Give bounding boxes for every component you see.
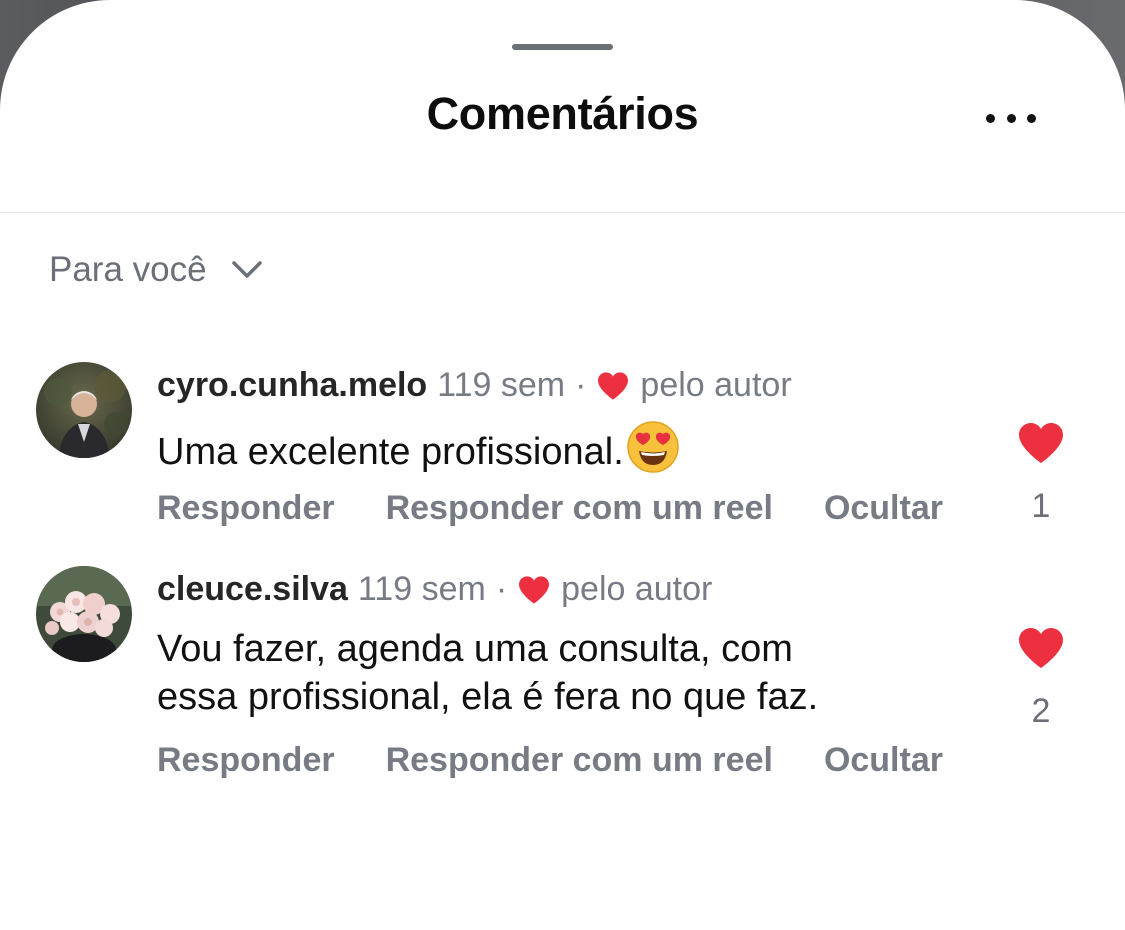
comment-text-line: Vou fazer, agenda uma consulta, com [157, 628, 793, 670]
hide-button[interactable]: Ocultar [824, 741, 943, 780]
sheet-title: Comentários [426, 88, 699, 139]
heart-badge-icon [517, 575, 551, 605]
sort-label: Para você [49, 250, 207, 289]
comment-meta: cleuce.silva 119 sem · pelo autor [157, 570, 712, 609]
more-dot [1027, 113, 1036, 123]
comment-meta: cyro.cunha.melo 119 sem · pelo autor [157, 366, 792, 405]
comments-sheet: Comentários Para você cyro.cunha.melo 11… [0, 0, 1125, 930]
avatar[interactable] [36, 566, 132, 662]
comment-time: 119 sem [357, 570, 486, 608]
header-divider [0, 212, 1125, 213]
heart-filled-icon [1016, 421, 1066, 465]
chevron-down-icon [231, 260, 263, 280]
reply-button[interactable]: Responder [157, 489, 335, 528]
separator-dot: · [495, 570, 508, 608]
sort-dropdown[interactable]: Para você [49, 250, 263, 290]
heart-filled-icon [1016, 626, 1066, 670]
comment-text: Uma excelente profissional. [157, 420, 957, 476]
author-badge: pelo autor [561, 570, 713, 608]
comment-text: Vou fazer, agenda uma consulta, com essa… [157, 625, 957, 721]
drag-handle[interactable] [512, 44, 613, 50]
comment-text-line: essa profissional, ela é fera no que faz… [157, 676, 819, 718]
comment-text-content: Uma excelente profissional. [157, 431, 624, 473]
more-dot [986, 113, 995, 123]
like-button[interactable]: 1 [1016, 421, 1066, 526]
avatar[interactable] [36, 362, 132, 458]
comment-username[interactable]: cyro.cunha.melo [157, 366, 427, 405]
like-button[interactable]: 2 [1016, 626, 1066, 731]
reply-button[interactable]: Responder [157, 741, 335, 780]
more-dot [1006, 113, 1016, 123]
hide-button[interactable]: Ocultar [824, 489, 943, 528]
comment-actions: Responder Responder com um reel Ocultar [157, 741, 943, 780]
heart-badge-icon [596, 371, 630, 401]
reply-with-reel-button[interactable]: Responder com um reel [386, 741, 773, 780]
author-badge: pelo autor [640, 366, 792, 404]
separator-dot: · [575, 366, 587, 404]
comment-actions: Responder Responder com um reel Ocultar [157, 489, 943, 528]
comment-time: 119 sem [437, 366, 566, 404]
heart-eyes-emoji-icon [626, 420, 680, 474]
like-count: 2 [1031, 692, 1051, 730]
comment-username[interactable]: cleuce.silva [157, 570, 348, 609]
like-count: 1 [1031, 487, 1051, 525]
reply-with-reel-button[interactable]: Responder com um reel [386, 489, 773, 528]
more-options-icon[interactable] [980, 98, 1042, 138]
